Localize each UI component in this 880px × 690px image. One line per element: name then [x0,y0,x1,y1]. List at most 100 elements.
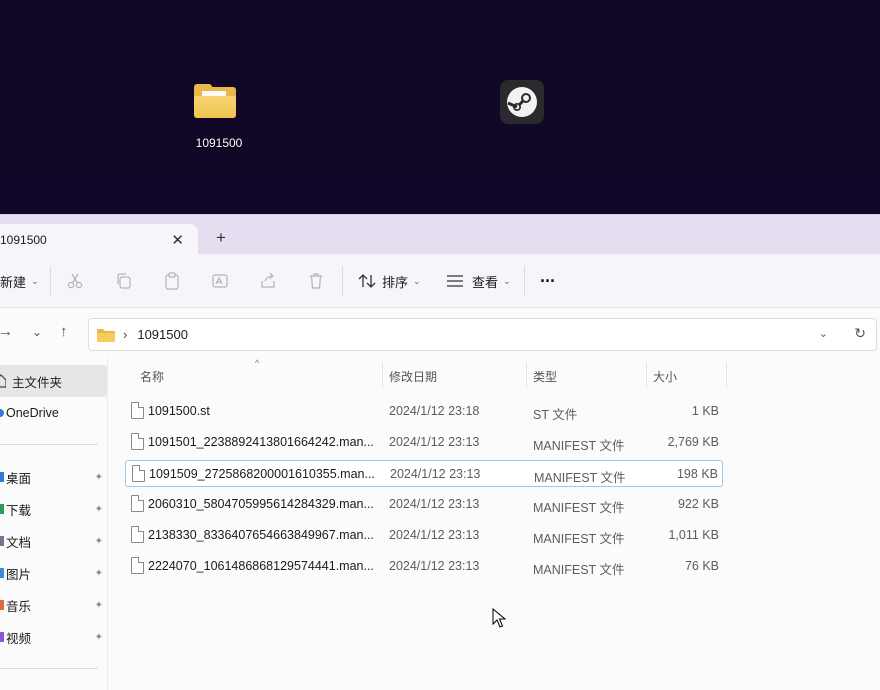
more-options-icon[interactable]: ··· [540,254,556,308]
column-header-size[interactable]: 大小 [653,364,677,388]
pin-icon: ✦ [94,503,103,515]
tab-title: 1091500 [0,232,47,247]
file-row[interactable]: 2060310_5804705995614284329.man... 2024/… [125,491,723,518]
address-dropdown-icon[interactable]: ⌄ [819,327,828,340]
sort-button-label: 排序 [382,274,409,290]
file-explorer-window: 1091500 ✕ + 新建 ⌄ 排序 ⌄ 查看 ⌄ ··· → ⌄ ↑ › 1… [0,214,880,690]
file-type: MANIFEST 文件 [533,439,625,453]
delete-icon[interactable] [307,272,325,290]
toolbar-divider [524,266,525,296]
onedrive-icon [0,409,4,417]
file-row[interactable]: 1091500.st 2024/1/12 23:18 ST 文件 1 KB [125,398,723,425]
column-header-type[interactable]: 类型 [533,364,557,388]
column-header-name[interactable]: 名称 [140,364,164,388]
view-button-label: 查看 [472,274,499,290]
desktop-folder-label[interactable]: 1091500 [194,136,244,150]
sort-button[interactable]: 排序 ⌄ [358,254,421,308]
title-bar: 1091500 ✕ + [0,214,880,255]
column-divider[interactable] [526,362,527,388]
pin-icon: ✦ [94,535,103,547]
steam-icon[interactable] [500,80,544,124]
file-icon [131,557,144,574]
file-icon [131,433,144,450]
file-date: 2024/1/12 23:13 [389,497,480,511]
sidebar-item-documents[interactable]: 文档 ✦ [0,525,107,557]
music-icon [0,600,4,610]
file-name: 2138330_8336407654663849967.man... [148,528,374,542]
file-type: ST 文件 [533,408,578,422]
sidebar-item-downloads[interactable]: 下载 ✦ [0,493,107,525]
sidebar-item-label: 文档 [6,535,32,550]
rename-icon[interactable] [211,272,229,290]
file-row[interactable]: 2138330_8336407654663849967.man... 2024/… [125,522,723,549]
pictures-icon [0,568,4,578]
sidebar-item-label: 桌面 [6,471,32,486]
sidebar-item-pictures[interactable]: 图片 ✦ [0,557,107,589]
file-icon [132,465,145,482]
file-type: MANIFEST 文件 [534,471,626,485]
folder-icon [97,328,115,342]
toolbar-divider [50,266,51,296]
sidebar-item-onedrive[interactable]: OneDrive [0,397,107,429]
pin-icon: ✦ [94,599,103,611]
chevron-down-icon: ⌄ [503,275,511,286]
address-bar[interactable]: › 1091500 ⌄ ↻ [88,318,877,351]
file-size: 76 KB [684,559,719,573]
view-icon [447,275,463,287]
pin-icon: ✦ [94,471,103,483]
file-row-selected[interactable]: 1091509_2725868200001610355.man... 2024/… [125,460,723,487]
refresh-icon[interactable]: ↻ [854,325,866,342]
file-type: MANIFEST 文件 [533,501,625,515]
new-button[interactable]: 新建 ⌄ [0,254,39,308]
file-date: 2024/1/12 23:13 [389,528,480,542]
tab-1091500[interactable]: 1091500 ✕ [0,224,198,255]
sidebar-item-label: 下载 [6,503,32,518]
file-date: 2024/1/12 23:18 [389,404,480,418]
tab-close-icon[interactable]: ✕ [171,231,184,249]
view-button[interactable]: 查看 ⌄ [446,254,511,308]
sidebar-item-label: 图片 [6,567,32,582]
file-icon [131,402,144,419]
sidebar-item-label: OneDrive [6,406,59,420]
sort-icon [358,274,376,288]
file-icon [131,495,144,512]
up-icon[interactable]: ↑ [60,323,68,340]
cut-icon[interactable] [66,272,84,290]
file-row[interactable]: 1091501_2238892413801664242.man... 2024/… [125,429,723,456]
new-button-label: 新建 [0,274,27,290]
new-tab-icon[interactable]: + [216,228,226,248]
copy-icon[interactable] [115,272,133,290]
command-bar: 新建 ⌄ 排序 ⌄ 查看 ⌄ ··· [0,254,880,308]
sidebar-item-desktop[interactable]: 桌面 ✦ [0,461,107,493]
address-row: → ⌄ ↑ › 1091500 ⌄ ↻ [0,308,880,358]
file-size: 2,769 KB [667,435,719,449]
share-icon[interactable] [259,272,277,290]
breadcrumb-separator[interactable]: › [123,327,127,342]
file-row[interactable]: 2224070_1061486868129574441.man... 2024/… [125,553,723,580]
file-icon [131,526,144,543]
sidebar-item-music[interactable]: 音乐 ✦ [0,589,107,621]
sidebar-item-home[interactable]: 主文件夹 [0,365,107,397]
file-name: 1091501_2238892413801664242.man... [148,435,374,449]
breadcrumb-1091500[interactable]: 1091500 [137,327,188,342]
column-divider[interactable] [646,362,647,388]
file-size: 922 KB [677,497,719,511]
videos-icon [0,632,4,642]
file-size: 198 KB [676,467,718,481]
file-date: 2024/1/12 23:13 [389,559,480,573]
file-name: 2224070_1061486868129574441.man... [148,559,374,573]
sort-ascending-icon: ^ [255,358,260,368]
column-divider[interactable] [382,362,383,388]
chevron-down-icon: ⌄ [413,275,421,286]
sidebar-item-videos[interactable]: 视频 ✦ [0,621,107,653]
column-header-date[interactable]: 修改日期 [389,364,437,388]
desktop-folder-icon[interactable] [194,84,244,118]
column-divider[interactable] [726,362,727,388]
forward-icon[interactable]: → [0,323,13,340]
paste-icon[interactable] [163,272,181,290]
file-size: 1 KB [691,404,719,418]
recent-locations-icon[interactable]: ⌄ [32,325,42,339]
home-icon [0,374,6,388]
file-name: 1091509_2725868200001610355.man... [149,467,375,481]
sidebar-item-label: 视频 [6,631,32,646]
